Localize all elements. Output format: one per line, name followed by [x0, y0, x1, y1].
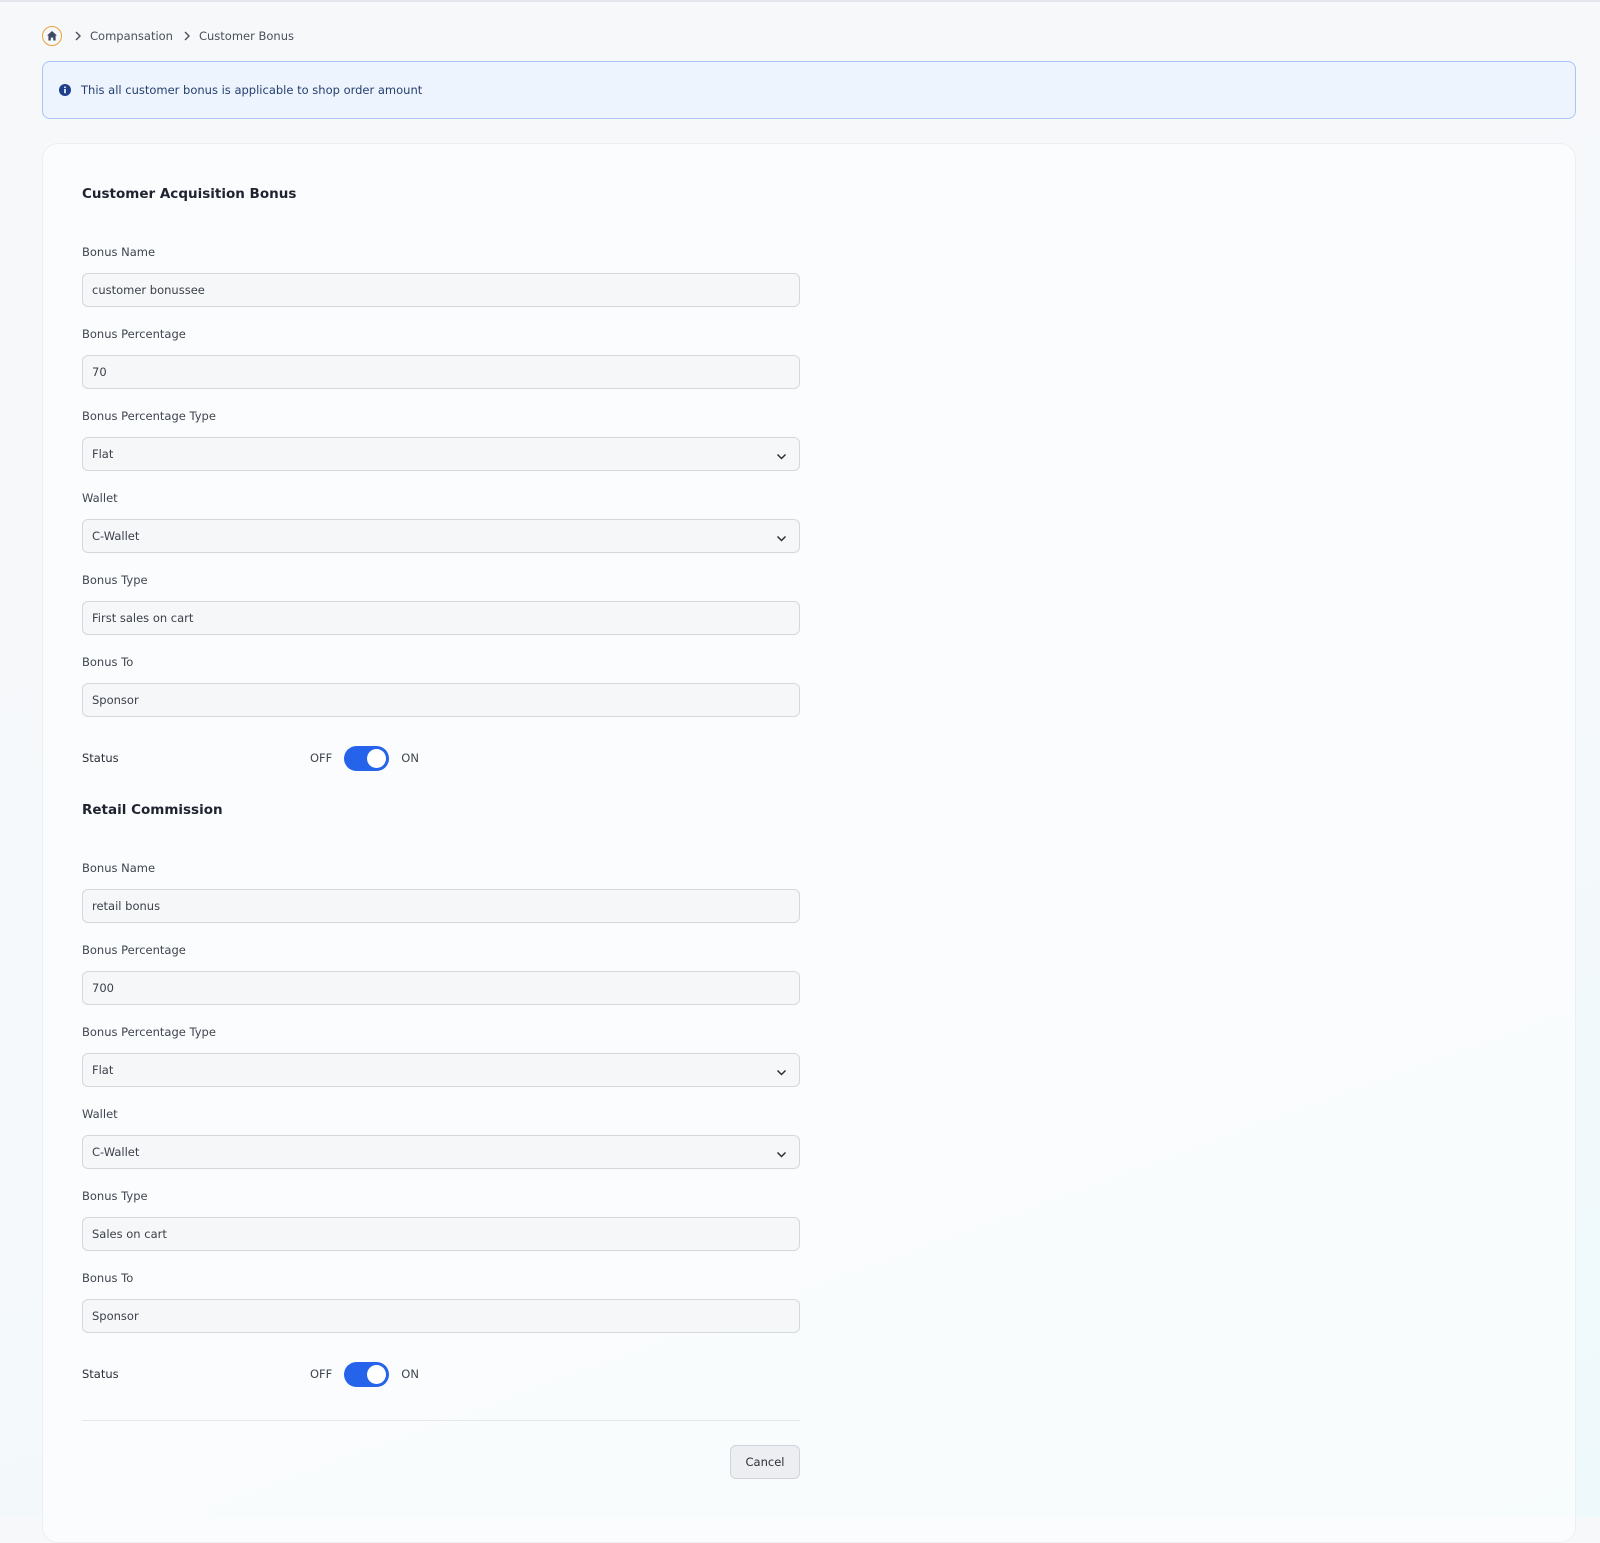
wallet-label: Wallet: [82, 491, 118, 505]
retail-bonus-percentage-value: 700: [92, 981, 114, 995]
bonus-type-label: Bonus Type: [82, 573, 148, 587]
chevron-down-icon: [776, 1066, 787, 1080]
bonus-percentage-value: 70: [92, 365, 107, 379]
retail-status-off-label: OFF: [310, 1367, 333, 1381]
chevron-right-icon: [74, 31, 82, 41]
retail-status-row: Status OFF ON: [82, 1360, 800, 1388]
bonus-percentage-input[interactable]: 70: [82, 355, 800, 389]
status-row: Status OFF ON: [82, 744, 800, 772]
toggle-knob: [367, 1364, 387, 1384]
bonus-name-input[interactable]: customer bonussee: [82, 273, 800, 307]
info-icon: [59, 81, 71, 100]
cancel-button[interactable]: Cancel: [730, 1445, 800, 1479]
section-title-customer-acquisition: Customer Acquisition Bonus: [82, 186, 297, 202]
retail-bonus-type-value: Sales on cart: [92, 1227, 167, 1241]
retail-bonus-percentage-type-select[interactable]: Flat: [82, 1053, 800, 1087]
bonus-percentage-type-select[interactable]: Flat: [82, 437, 800, 471]
retail-status-on-label: ON: [401, 1367, 419, 1381]
retail-wallet-label: Wallet: [82, 1107, 118, 1121]
breadcrumb: Compansation Customer Bonus: [42, 26, 294, 46]
wallet-select[interactable]: C-Wallet: [82, 519, 800, 553]
bonus-percentage-label: Bonus Percentage: [82, 327, 186, 341]
retail-bonus-percentage-label: Bonus Percentage: [82, 943, 186, 957]
retail-bonus-to-value: Sponsor: [92, 1309, 139, 1323]
retail-bonus-percentage-input[interactable]: 700: [82, 971, 800, 1005]
home-icon[interactable]: [42, 26, 62, 46]
breadcrumb-item-compensation[interactable]: Compansation: [90, 29, 173, 43]
retail-bonus-type-label: Bonus Type: [82, 1189, 148, 1203]
form-divider: [82, 1420, 800, 1421]
alert-message: This all customer bonus is applicable to…: [81, 83, 423, 97]
breadcrumb-item-customer-bonus: Customer Bonus: [198, 29, 294, 43]
bonus-type-value: First sales on cart: [92, 611, 194, 625]
bonus-percentage-type-label: Bonus Percentage Type: [82, 409, 216, 423]
bonus-to-label: Bonus To: [82, 655, 134, 669]
status-on-label: ON: [401, 751, 419, 765]
retail-wallet-value: C-Wallet: [92, 1145, 140, 1159]
top-border: [0, 0, 1600, 2]
wallet-value: C-Wallet: [92, 529, 140, 543]
retail-bonus-percentage-type-value: Flat: [92, 1063, 114, 1077]
retail-bonus-to-label: Bonus To: [82, 1271, 134, 1285]
status-off-label: OFF: [310, 751, 333, 765]
retail-bonus-to-input[interactable]: Sponsor: [82, 1299, 800, 1333]
status-toggle[interactable]: [344, 745, 390, 771]
retail-wallet-select[interactable]: C-Wallet: [82, 1135, 800, 1169]
bonus-name-label: Bonus Name: [82, 245, 156, 259]
bonus-percentage-type-value: Flat: [92, 447, 114, 461]
info-alert: This all customer bonus is applicable to…: [42, 61, 1576, 119]
bonus-to-value: Sponsor: [92, 693, 139, 707]
toggle-knob: [367, 748, 387, 768]
chevron-down-icon: [776, 1148, 787, 1162]
retail-status-toggle[interactable]: [344, 1361, 390, 1387]
chevron-down-icon: [776, 532, 787, 546]
retail-bonus-name-input[interactable]: retail bonus: [82, 889, 800, 923]
retail-bonus-name-value: retail bonus: [92, 899, 161, 913]
chevron-down-icon: [776, 450, 787, 464]
retail-bonus-percentage-type-label: Bonus Percentage Type: [82, 1025, 216, 1039]
bonus-to-input[interactable]: Sponsor: [82, 683, 800, 717]
bonus-form-card: [42, 143, 1576, 1543]
chevron-right-icon: [183, 31, 191, 41]
retail-bonus-name-label: Bonus Name: [82, 861, 156, 875]
retail-status-label: Status: [82, 1367, 119, 1381]
status-label: Status: [82, 751, 119, 765]
bonus-name-value: customer bonussee: [92, 283, 205, 297]
retail-bonus-type-input[interactable]: Sales on cart: [82, 1217, 800, 1251]
section-title-retail-commission: Retail Commission: [82, 802, 223, 818]
bonus-type-input[interactable]: First sales on cart: [82, 601, 800, 635]
